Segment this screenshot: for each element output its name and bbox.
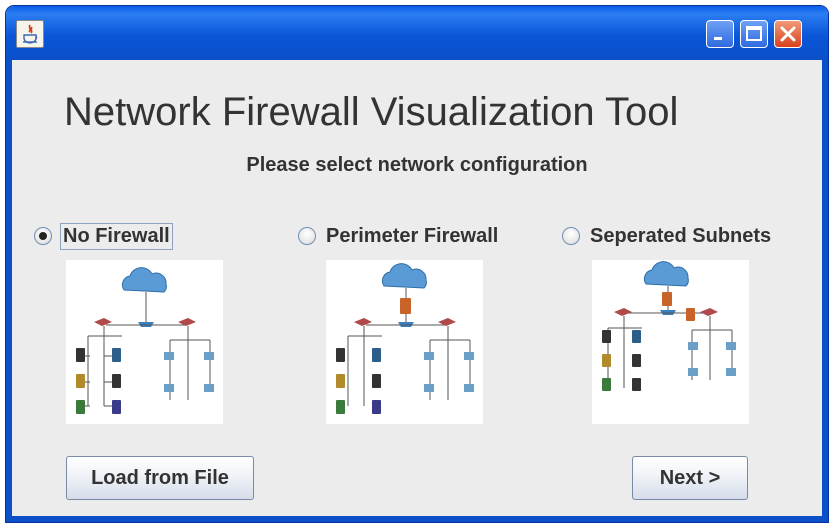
workstation-icon	[164, 352, 174, 360]
firewall-icon	[686, 308, 695, 321]
radio-label-no-firewall[interactable]: No Firewall	[60, 222, 173, 250]
page-subtitle: Please select network configuration	[246, 154, 588, 176]
server-icon	[336, 400, 345, 414]
server-icon	[602, 330, 611, 343]
minimize-button[interactable]	[706, 20, 734, 48]
workstation-icon	[464, 384, 474, 392]
page-title: Network Firewall Visualization Tool	[64, 90, 679, 134]
close-button[interactable]	[774, 20, 802, 48]
server-icon	[632, 330, 641, 343]
maximize-button[interactable]	[740, 20, 768, 48]
radio-label-perimeter-firewall[interactable]: Perimeter Firewall	[324, 224, 500, 249]
cloud-icon	[643, 261, 689, 287]
server-icon	[602, 354, 611, 367]
server-icon	[76, 400, 85, 414]
server-icon	[76, 374, 85, 388]
cloud-icon	[121, 267, 167, 293]
workstation-icon	[726, 368, 736, 376]
server-icon	[336, 374, 345, 388]
radio-no-firewall[interactable]: No Firewall	[34, 220, 173, 252]
server-icon	[112, 374, 121, 388]
workstation-icon	[464, 352, 474, 360]
network-diagram-separated-subnets	[592, 260, 749, 424]
server-icon	[372, 348, 381, 362]
main-panel: Network Firewall Visualization Tool Plea…	[12, 60, 822, 516]
workstation-icon	[726, 342, 736, 350]
workstation-icon	[424, 384, 434, 392]
network-diagram-perimeter-firewall	[326, 260, 483, 424]
server-icon	[602, 378, 611, 391]
workstation-icon	[204, 384, 214, 392]
server-icon	[372, 400, 381, 414]
server-icon	[632, 354, 641, 367]
load-from-file-button[interactable]: Load from File	[66, 456, 254, 500]
firewall-icon	[400, 298, 411, 314]
server-icon	[336, 348, 345, 362]
firewall-icon	[662, 292, 672, 306]
radio-separated-subnets[interactable]: Seperated Subnets	[562, 220, 773, 252]
workstation-icon	[688, 342, 698, 350]
server-icon	[112, 400, 121, 414]
server-icon	[632, 378, 641, 391]
server-icon	[76, 348, 85, 362]
router-icon	[614, 308, 632, 316]
radio-button-selected[interactable]	[34, 227, 52, 245]
app-window: Network Firewall Visualization Tool Plea…	[6, 6, 828, 522]
workstation-icon	[204, 352, 214, 360]
server-icon	[372, 374, 381, 388]
java-icon	[16, 20, 44, 48]
next-button[interactable]: Next >	[632, 456, 748, 500]
server-icon	[112, 348, 121, 362]
workstation-icon	[164, 384, 174, 392]
router-icon	[700, 308, 718, 316]
workstation-icon	[688, 368, 698, 376]
radio-perimeter-firewall[interactable]: Perimeter Firewall	[298, 220, 500, 252]
close-icon	[780, 26, 796, 42]
title-bar[interactable]	[6, 6, 828, 60]
minimize-icon	[714, 37, 722, 40]
radio-button[interactable]	[298, 227, 316, 245]
radio-label-separated-subnets[interactable]: Seperated Subnets	[588, 224, 773, 249]
workstation-icon	[424, 352, 434, 360]
network-diagram-no-firewall	[66, 260, 223, 424]
radio-button[interactable]	[562, 227, 580, 245]
cloud-icon	[381, 263, 427, 289]
